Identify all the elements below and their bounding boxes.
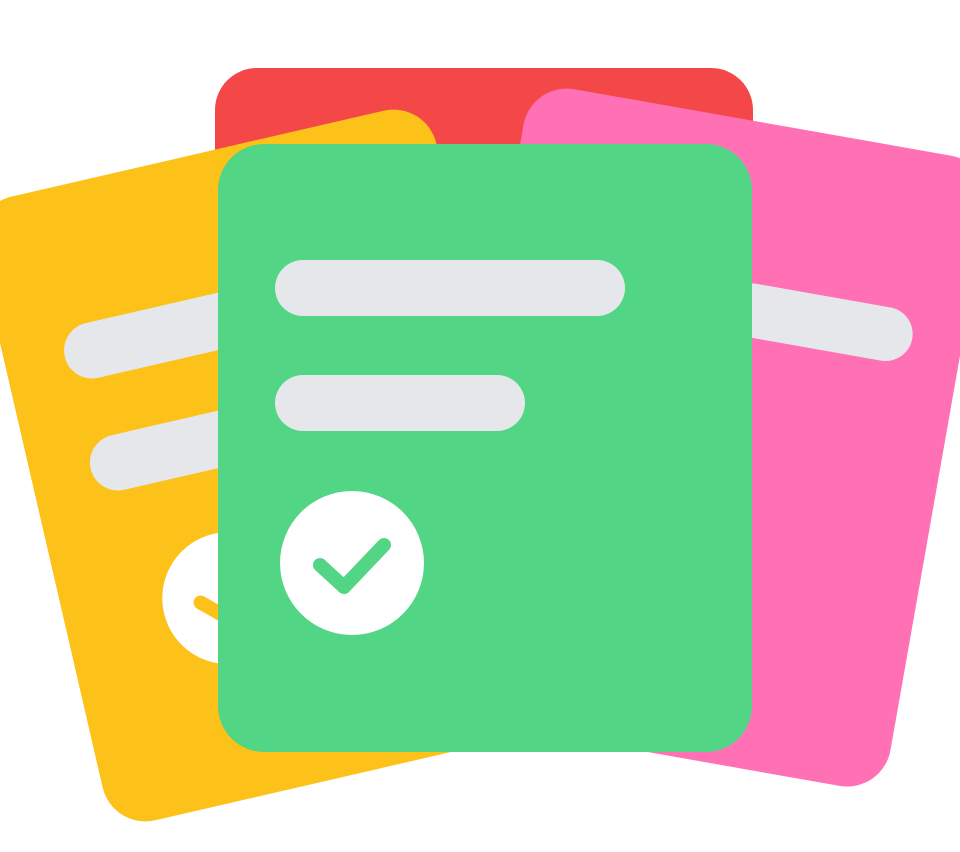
app-icon-canvas bbox=[0, 0, 960, 852]
check-circle-icon bbox=[280, 491, 424, 635]
front-card-line-1 bbox=[275, 260, 625, 316]
front-card bbox=[218, 144, 752, 752]
front-card-line-2 bbox=[275, 375, 525, 431]
stacked-notes-checklist-icon bbox=[0, 68, 960, 822]
